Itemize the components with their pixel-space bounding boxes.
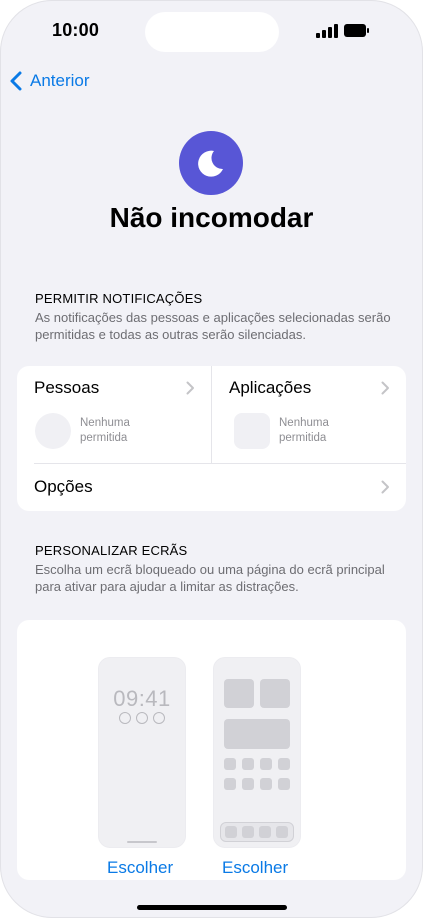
dynamic-island (145, 12, 279, 52)
app-icon (278, 758, 290, 770)
apps-label: Aplicações (229, 378, 312, 397)
people-status: Nenhuma permitida (80, 417, 130, 444)
widget-medium (224, 719, 290, 749)
lock-screen-time: 09:41 (113, 686, 171, 711)
chevron-right-icon (381, 480, 389, 494)
phone-screen: 10:00 Anterior Não incomodar PERMITIR NO… (0, 0, 423, 918)
dock-app-icon (225, 826, 237, 838)
cellular-signal-icon (316, 24, 338, 38)
widget-small (260, 679, 290, 708)
home-indicator[interactable] (137, 905, 287, 910)
choose-home-screen-button[interactable]: Escolher (222, 858, 288, 878)
allow-notifications-description: As notificações das pessoas e aplicações… (35, 310, 391, 342)
customize-screens-description: Escolha um ecrã bloqueado ou uma página … (35, 562, 385, 594)
person-placeholder-icon (35, 413, 71, 449)
notifications-card: Pessoas Nenhuma permitida Aplicações Nen… (17, 366, 406, 511)
back-button[interactable]: Anterior (8, 66, 90, 96)
dock-app-icon (242, 826, 254, 838)
screens-card: 09:41 Escolher Escolher (17, 620, 406, 880)
app-placeholder-icon (234, 413, 270, 449)
app-icon (242, 758, 254, 770)
apps-status: Nenhuma permitida (279, 417, 329, 444)
chevron-right-icon (186, 381, 194, 395)
options-label: Opções (34, 477, 93, 496)
home-screen-preview[interactable] (213, 657, 301, 848)
choose-lock-screen-button[interactable]: Escolher (107, 858, 173, 878)
battery-icon (344, 24, 369, 37)
app-icon (224, 778, 236, 790)
chevron-left-icon (10, 71, 22, 91)
app-icon (242, 778, 254, 790)
widget-small (224, 679, 254, 708)
options-button[interactable]: Opções (17, 464, 406, 511)
app-icon (278, 778, 290, 790)
status-bar: 10:00 (0, 0, 423, 62)
page-title: Não incomodar (109, 202, 314, 233)
status-time: 10:00 (52, 20, 100, 40)
back-button-label: Anterior (30, 71, 90, 90)
dock-app-icon (276, 826, 288, 838)
people-label: Pessoas (34, 378, 100, 397)
app-icon (224, 758, 236, 770)
customize-screens-header: PERSONALIZAR ECRÃS (35, 543, 188, 558)
dock (220, 822, 294, 842)
app-icon (260, 778, 272, 790)
apps-button[interactable]: Aplicações Nenhuma permitida (212, 366, 406, 463)
moon-icon (179, 131, 243, 195)
people-button[interactable]: Pessoas Nenhuma permitida (17, 366, 211, 463)
app-icon (260, 758, 272, 770)
lock-screen-preview[interactable]: 09:41 (98, 657, 186, 848)
lock-screen-widgets (119, 712, 165, 726)
dock-app-icon (259, 826, 271, 838)
allow-notifications-header: PERMITIR NOTIFICAÇÕES (35, 291, 203, 306)
chevron-right-icon (381, 381, 389, 395)
lock-screen-home-bar (127, 841, 157, 843)
